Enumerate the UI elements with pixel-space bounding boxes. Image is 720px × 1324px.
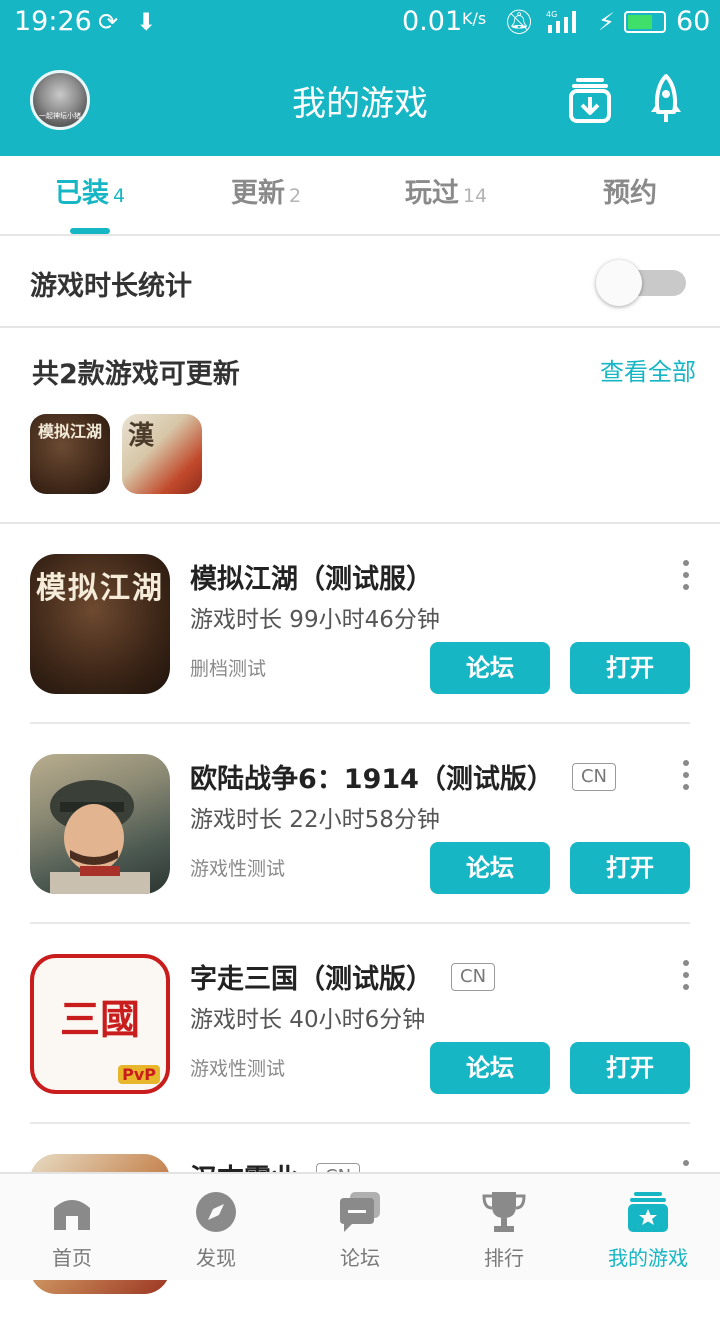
open-button[interactable]: 打开 (570, 842, 690, 894)
home-icon (54, 1200, 90, 1230)
battery-level: 60 (676, 6, 711, 37)
status-bar: 19:26 ⟳ ⬇ 0.01 K/s 🔕︎ 4G ⚡︎ 60 (0, 0, 720, 46)
playtime-stats-label: 游戏时长统计 (30, 271, 192, 302)
tab-count: 2 (288, 185, 302, 207)
nav-forum[interactable]: 论坛 (288, 1174, 432, 1282)
app-header: 一起神坛小猪 我的游戏 (0, 46, 720, 156)
forum-button[interactable]: 论坛 (430, 1042, 550, 1094)
charging-icon: ⚡︎ (598, 8, 615, 36)
more-options-icon[interactable] (674, 758, 698, 792)
network-speed-unit: K/s (462, 9, 487, 28)
open-button[interactable]: 打开 (570, 1042, 690, 1094)
game-title-line: 欧陆战争6：1914（测试版） CN (190, 757, 616, 795)
game-test-note: 游戏性测试 (190, 1058, 286, 1080)
tab-label: 玩过 (404, 178, 459, 209)
nav-my-games[interactable]: 我的游戏 (576, 1174, 720, 1282)
tab-played[interactable]: 玩过 14 (356, 156, 536, 234)
more-options-icon[interactable] (674, 958, 698, 992)
tab-label: 已装 (54, 178, 109, 209)
signal-icon: 4G (546, 10, 576, 33)
game-title-line: 字走三国（测试版） CN (190, 957, 496, 995)
game-icon[interactable]: 三國 PvP (30, 954, 170, 1094)
update-game-icon[interactable]: 漢 (122, 414, 202, 494)
page-title: 我的游戏 (292, 84, 428, 124)
nav-home[interactable]: 首页 (0, 1174, 144, 1282)
game-row[interactable]: 欧陆战争6：1914（测试版） CN 游戏时长 22小时58分钟 游戏性测试 论坛… (0, 724, 720, 924)
region-badge: CN (451, 962, 496, 991)
status-time: 19:26 (14, 6, 92, 37)
updates-section: 共2款游戏可更新 查看全部 模拟江湖 漢 (0, 328, 720, 524)
forum-icon (340, 1192, 380, 1232)
game-row[interactable]: 三國 PvP 字走三国（测试版） CN 游戏时长 40小时6分钟 游戏性测试 论坛… (0, 924, 720, 1124)
network-type: 4G (546, 10, 557, 19)
game-playtime: 游戏时长 40小时6分钟 (190, 1007, 426, 1033)
playtime-stats-row: 游戏时长统计 (0, 236, 720, 328)
game-test-note: 游戏性测试 (190, 858, 286, 880)
toggle-knob (596, 260, 642, 306)
soldier-portrait-icon (50, 780, 150, 894)
sync-icon: ⟳ (98, 8, 119, 36)
game-name: 模拟江湖（测试服） (190, 564, 433, 595)
tab-bar: 已装 4 更新 2 玩过 14 预约 (0, 156, 720, 236)
game-icon[interactable]: 模拟江湖 (30, 554, 170, 694)
game-row[interactable]: 模拟江湖 模拟江湖（测试服） 游戏时长 99小时46分钟 删档测试 论坛 打开 (0, 524, 720, 724)
tab-label: 更新 (230, 178, 285, 209)
game-icon-glyph: 模拟江湖 (36, 571, 164, 606)
trophy-icon (482, 1192, 526, 1232)
game-name: 字走三国（测试版） (190, 964, 433, 995)
tab-updates[interactable]: 更新 2 (176, 156, 356, 234)
tab-count: 14 (462, 185, 488, 207)
game-title-line: 模拟江湖（测试服） (190, 557, 433, 595)
tab-reserved[interactable]: 预约 (540, 156, 720, 234)
game-icon[interactable] (30, 754, 170, 894)
update-icon-glyph: 模拟江湖 (37, 422, 102, 441)
tab-count: 4 (112, 185, 126, 207)
nav-ranking[interactable]: 排行 (432, 1174, 576, 1282)
usb-icon: ⬇ (136, 8, 157, 36)
update-icon-glyph: 漢 (128, 421, 155, 451)
game-name: 欧陆战争6：1914（测试版） (190, 764, 554, 795)
playtime-stats-toggle[interactable] (596, 260, 688, 306)
more-options-icon[interactable] (674, 558, 698, 592)
nav-label: 首页 (52, 1246, 92, 1270)
nav-label: 我的游戏 (608, 1246, 688, 1270)
game-playtime: 游戏时长 99小时46分钟 (190, 607, 440, 633)
region-badge: CN (571, 762, 616, 791)
mute-icon: 🔕︎ (504, 8, 535, 36)
bottom-nav: 首页 发现 论坛 排行 我的游戏 (0, 1172, 720, 1280)
network-speed: 0.01 (402, 6, 463, 37)
nav-discover[interactable]: 发现 (144, 1174, 288, 1282)
tab-label: 预约 (603, 178, 657, 209)
rocket-icon[interactable] (648, 74, 684, 124)
forum-button[interactable]: 论坛 (430, 842, 550, 894)
update-game-icon[interactable]: 模拟江湖 (30, 414, 110, 494)
nav-label: 发现 (196, 1246, 236, 1270)
view-all-link[interactable]: 查看全部 (600, 352, 696, 387)
my-games-icon (628, 1192, 668, 1232)
tab-indicator (70, 228, 110, 234)
nav-label: 排行 (484, 1246, 524, 1270)
compass-icon (196, 1192, 236, 1232)
game-playtime: 游戏时长 22小时58分钟 (190, 807, 440, 833)
forum-button[interactable]: 论坛 (430, 642, 550, 694)
download-manager-icon[interactable] (568, 76, 612, 124)
updates-title: 共2款游戏可更新 (32, 359, 240, 390)
battery-icon (624, 11, 666, 33)
game-test-note: 删档测试 (190, 658, 267, 680)
open-button[interactable]: 打开 (570, 642, 690, 694)
pvp-badge-icon: PvP (118, 1065, 160, 1084)
nav-label: 论坛 (340, 1246, 380, 1270)
tab-installed[interactable]: 已装 4 (0, 156, 180, 234)
